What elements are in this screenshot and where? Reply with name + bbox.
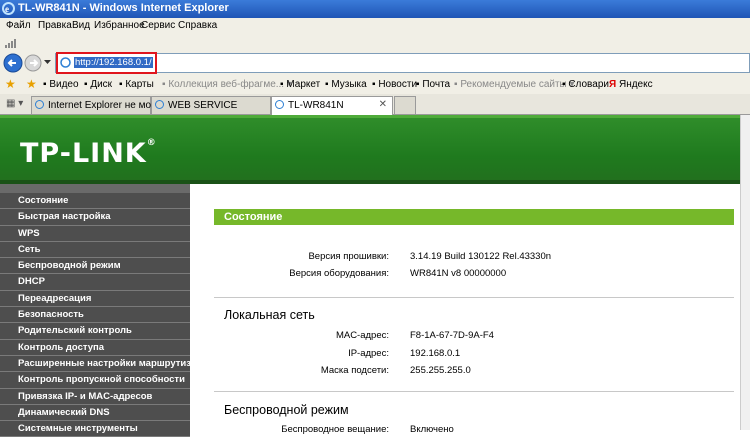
favorites-star-icon[interactable]: ★ <box>5 78 16 90</box>
router-nav: Состояние Быстрая настройка WPS Сеть Бес… <box>0 184 190 438</box>
fav-disk[interactable]: ▪ Диск <box>84 79 112 90</box>
nav-system-tools[interactable]: Системные инструменты <box>0 421 190 438</box>
hardware-value: WR841N v8 00000000 <box>410 268 507 279</box>
router-page: TP-LINK® Состояние Быстрая настройка WPS… <box>0 115 750 438</box>
fav-yandex[interactable]: Я Яндекс <box>609 79 653 90</box>
nav-dynamic-dns[interactable]: Динамический DNS <box>0 404 190 422</box>
menu-file[interactable]: Файл <box>6 20 31 31</box>
tab-close-icon[interactable]: ✕ <box>379 99 387 110</box>
nav-quick-setup[interactable]: Быстрая настройка <box>0 209 190 226</box>
page-scrollbar[interactable] <box>740 115 750 430</box>
wireless-heading: Беспроводной режим <box>224 403 349 417</box>
address-field[interactable] <box>55 53 750 73</box>
divider <box>214 297 734 298</box>
nav-bandwidth-control[interactable]: Контроль пропускной способности <box>0 372 190 389</box>
window-titlebar: e TL-WR841N - Windows Internet Explorer <box>0 0 750 18</box>
fav-market[interactable]: ▪ Маркет <box>280 79 320 90</box>
mask-row: Маска подсети: 255.255.255.0 <box>214 365 734 381</box>
section-title: Состояние <box>214 209 734 225</box>
tab-ie-error[interactable]: Internet Explorer не может ... <box>31 96 179 114</box>
forward-button-icon[interactable] <box>24 54 42 72</box>
mask-value: 255.255.255.0 <box>410 365 471 376</box>
ie-logo-icon: e <box>2 2 15 15</box>
back-button-icon[interactable] <box>3 53 23 73</box>
nav-wireless[interactable]: Беспроводной режим <box>0 258 190 275</box>
ip-row: IP-адрес: 192.168.0.1 <box>214 348 734 364</box>
fav-webslice-gallery[interactable]: ▪ Коллекция веб-фрагме... ▾ <box>162 79 292 90</box>
address-toolbar: http://192.168.0.1/ <box>0 50 750 77</box>
nav-forwarding[interactable]: Переадресация <box>0 290 190 308</box>
new-tab-button[interactable] <box>394 96 416 114</box>
nav-status[interactable]: Состояние <box>0 193 190 210</box>
fav-mail[interactable]: ▪ Почта <box>416 79 450 90</box>
address-url[interactable]: http://192.168.0.1/ <box>74 57 153 68</box>
fav-maps[interactable]: ▪ Карты <box>119 79 154 90</box>
svg-text:e: e <box>5 4 9 14</box>
hardware-label: Версия оборудования: <box>289 268 389 279</box>
mac-value: F8-1A-67-7D-9A-F4 <box>410 330 494 341</box>
firmware-value: 3.14.19 Build 130122 Rel.43330n <box>410 251 552 262</box>
tplink-logo: TP-LINK® <box>20 138 157 169</box>
add-favorite-icon[interactable]: ★ <box>26 78 37 90</box>
ie-page-icon <box>155 100 164 109</box>
mac-label: MAC-адрес: <box>335 330 389 341</box>
menu-favorites[interactable]: Избранное <box>94 20 145 31</box>
nav-wps[interactable]: WPS <box>0 225 190 242</box>
fav-video[interactable]: ▪ Видео <box>43 79 79 90</box>
quick-tabs-icon[interactable]: ▦ ▾ <box>6 98 23 109</box>
status-strip <box>0 34 750 50</box>
nav-ip-mac-binding[interactable]: Привязка IP- и MAC-адресов <box>0 388 190 405</box>
menu-edit[interactable]: Правка <box>38 20 72 31</box>
status-content: Состояние Версия прошивки: 3.14.19 Build… <box>214 184 750 435</box>
mac-row: MAC-адрес: F8-1A-67-7D-9A-F4 <box>214 330 734 346</box>
nav-advanced-routing[interactable]: Расширенные настройки маршрутизации <box>0 355 190 373</box>
fav-dictionaries[interactable]: ▪ Словари <box>562 79 609 90</box>
favorites-bar: ★ ★ ▪ Видео ▪ Диск ▪ Карты ▪ Коллекция в… <box>0 76 750 94</box>
tab-bar: ▦ ▾ Internet Explorer не может ... WEB S… <box>0 94 750 115</box>
nav-security[interactable]: Безопасность <box>0 307 190 324</box>
menu-bar: Файл Правка Вид Избранное Сервис Справка <box>0 18 750 34</box>
lan-heading: Локальная сеть <box>224 308 315 322</box>
radio-row: Беспроводное вещание: Включено <box>214 424 734 440</box>
signal-bars-icon <box>5 39 16 48</box>
fav-music[interactable]: ▪ Музыка <box>325 79 367 90</box>
tab-web-service[interactable]: WEB SERVICE <box>151 96 271 114</box>
history-dropdown-icon[interactable] <box>44 60 51 65</box>
page-icon <box>60 57 71 68</box>
fav-news[interactable]: ▪ Новости <box>372 79 417 90</box>
nav-access-control[interactable]: Контроль доступа <box>0 339 190 356</box>
hardware-row: Версия оборудования: WR841N v8 00000000 <box>214 268 734 284</box>
window-title: TL-WR841N - Windows Internet Explorer <box>18 2 229 14</box>
nav-parental-control[interactable]: Родительский контроль <box>0 323 190 340</box>
ip-label: IP-адрес: <box>348 348 389 359</box>
ie-page-icon <box>35 100 44 109</box>
ie-page-icon <box>275 100 284 109</box>
nav-dhcp[interactable]: DHCP <box>0 274 190 291</box>
menu-view[interactable]: Вид <box>72 20 90 31</box>
menu-tools[interactable]: Сервис <box>141 20 175 31</box>
tab-tl-wr841n[interactable]: TL-WR841N ✕ <box>271 96 393 115</box>
firmware-label: Версия прошивки: <box>308 251 389 262</box>
firmware-row: Версия прошивки: 3.14.19 Build 130122 Re… <box>214 251 734 267</box>
nav-network[interactable]: Сеть <box>0 241 190 259</box>
fav-suggested-sites[interactable]: ▪ Рекомендуемые сайты ▾ <box>454 79 575 90</box>
tplink-banner: TP-LINK® <box>0 115 750 183</box>
divider <box>214 391 734 392</box>
menu-help[interactable]: Справка <box>178 20 217 31</box>
mask-label: Маска подсети: <box>320 365 389 376</box>
ip-value: 192.168.0.1 <box>410 348 461 359</box>
